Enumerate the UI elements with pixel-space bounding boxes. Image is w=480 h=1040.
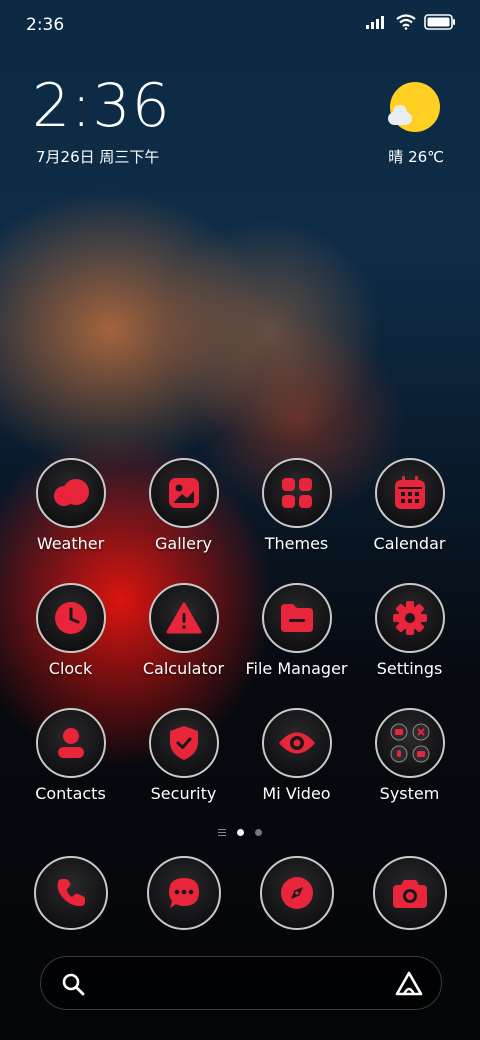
page-indicator[interactable] [0,829,480,836]
calendar-icon [374,458,445,528]
signal-icon [366,16,384,29]
themes-icon [261,458,332,528]
dock-camera[interactable] [353,856,466,930]
app-drawer-lines-icon [218,829,226,836]
clock-widget-date: 7月26日 周三下午 [36,148,160,166]
search-bar[interactable] [40,956,442,1010]
app-mi-video[interactable]: Mi Video [240,708,353,803]
sun-icon [388,82,440,134]
calculator-icon [148,583,219,653]
app-label: Weather [36,534,105,553]
app-label: Contacts [35,784,106,803]
gear-icon [374,583,445,653]
app-label: Themes [264,534,329,553]
app-themes[interactable]: Themes [240,458,353,553]
phone-icon [33,856,108,930]
app-settings[interactable]: Settings [353,583,466,678]
page-dot [255,829,262,836]
app-label: Mi Video [262,784,331,803]
clock-widget-time[interactable]: 2:36 [32,76,171,136]
gallery-icon [148,458,219,528]
app-gallery[interactable]: Gallery [127,458,240,553]
dock-browser[interactable] [240,856,353,930]
dock-phone[interactable] [14,856,127,930]
app-label: Settings [376,659,443,678]
app-clock[interactable]: Clock [14,583,127,678]
assistant-icon[interactable] [395,971,423,997]
app-security[interactable]: Security [127,708,240,803]
search-icon[interactable] [61,972,85,996]
app-system-folder[interactable]: System [353,708,466,803]
app-calendar[interactable]: Calendar [353,458,466,553]
shield-icon [148,708,219,778]
camera-icon [372,856,447,930]
status-icons [366,14,456,30]
app-label: Calendar [373,534,446,553]
weather-icon [35,458,106,528]
weather-condition-temp: 晴 26℃ [388,148,444,166]
folder-icon [261,583,332,653]
app-label: Gallery [155,534,212,553]
app-label: Clock [48,659,93,678]
app-calculator[interactable]: Calculator [127,583,240,678]
person-icon [35,708,106,778]
eye-icon [261,708,332,778]
message-icon [146,856,221,930]
dock-messages[interactable] [127,856,240,930]
folder-grid-icon [374,708,445,778]
wifi-icon [396,14,416,30]
clock-icon [35,583,106,653]
weather-widget[interactable] [384,82,444,134]
page-dot-active [237,829,244,836]
app-label: File Manager [245,659,348,678]
app-label: System [379,784,440,803]
app-weather[interactable]: Weather [14,458,127,553]
battery-icon [424,14,455,30]
app-file-manager[interactable]: File Manager [240,583,353,678]
app-label: Security [150,784,217,803]
status-time: 2:36 [26,15,65,35]
compass-icon [259,856,334,930]
status-bar: 2:36 [0,0,480,50]
app-contacts[interactable]: Contacts [14,708,127,803]
app-label: Calculator [142,659,225,678]
